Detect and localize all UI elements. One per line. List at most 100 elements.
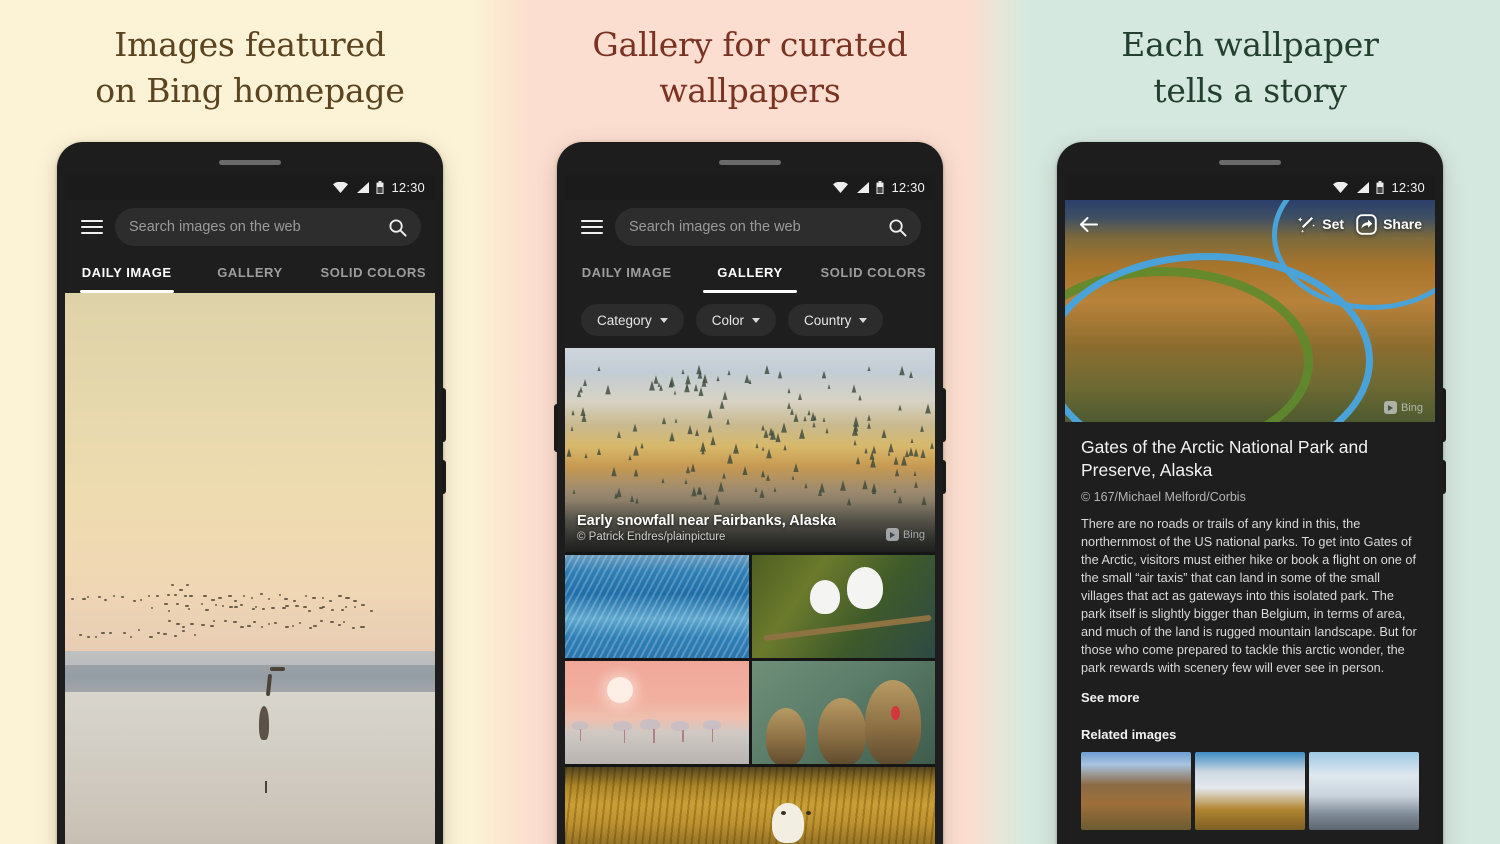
share-icon [1356, 214, 1377, 235]
battery-icon [376, 181, 384, 194]
search-input-2[interactable]: Search images on the web [615, 208, 921, 246]
owl-eye-right [806, 811, 811, 815]
tab-gallery[interactable]: GALLERY [188, 256, 311, 293]
search-icon[interactable] [888, 218, 907, 237]
search-placeholder-1: Search images on the web [129, 219, 388, 235]
featured-title: Early snowfall near Fairbanks, Alaska [577, 513, 923, 529]
tab-daily-image[interactable]: DAILY IMAGE [65, 256, 188, 293]
flamingo-leg-3 [653, 729, 655, 743]
status-bar-2: 12:30 [565, 174, 935, 200]
phone-screen-2: 12:30 Search images on the web DAILY IMA… [565, 174, 935, 844]
back-arrow-icon[interactable] [1078, 214, 1099, 235]
gallery-thumb-white-terns[interactable] [752, 555, 936, 658]
battery-icon [1376, 181, 1384, 194]
bing-watermark: Bing [886, 528, 925, 541]
filter-chip-category-label: Category [597, 313, 652, 328]
daily-image-view[interactable]: A heron perches on a piling at the Salto… [65, 293, 435, 844]
phone-mockup-2: 12:30 Search images on the web DAILY IMA… [557, 142, 943, 844]
daily-image-caption-block: A heron perches on a piling at the Salto… [65, 839, 435, 844]
flamingo-2 [613, 721, 632, 731]
related-images-row [1081, 752, 1419, 830]
bing-watermark-label: Bing [903, 529, 925, 541]
set-wallpaper-button[interactable]: Set [1297, 215, 1344, 234]
bing-logo-icon [1384, 401, 1397, 414]
chevron-down-icon [752, 318, 760, 323]
baboon-middle [818, 698, 866, 764]
wifi-icon [333, 182, 348, 193]
phone-screen-3: 12:30 Set Share Bing Gates of the Arctic… [1065, 174, 1435, 844]
gallery-thumb-flamingos[interactable] [565, 661, 749, 764]
tab-bar-1: DAILY IMAGE GALLERY SOLID COLORS [65, 256, 435, 293]
search-placeholder-2: Search images on the web [629, 219, 888, 235]
flamingo-leg-5 [712, 729, 714, 742]
tab-gallery[interactable]: GALLERY [688, 256, 811, 293]
tab-daily-image[interactable]: DAILY IMAGE [565, 256, 688, 293]
see-more-link[interactable]: See more [1081, 690, 1419, 705]
battery-icon [876, 181, 884, 194]
bing-watermark-label: Bing [1401, 402, 1423, 414]
wifi-icon [1333, 182, 1348, 193]
phone-screen-1: 12:30 Search images on the web DAILY IMA… [65, 174, 435, 844]
hamburger-menu-icon[interactable] [81, 220, 103, 234]
flamingo-3 [640, 719, 660, 730]
flamingo-leg-1 [580, 729, 582, 741]
filter-chip-country-label: Country [804, 313, 851, 328]
phone-mockup-3: 12:30 Set Share Bing Gates of the Arctic… [1057, 142, 1443, 844]
wifi-icon [833, 182, 848, 193]
panel-heading-3: Each wallpaper tells a story [1000, 22, 1500, 114]
gallery-thumb-grid [565, 552, 935, 764]
detail-credit: © 167/Michael Melford/Corbis [1081, 490, 1419, 504]
featured-credit: © Patrick Endres/plainpicture [577, 531, 923, 543]
status-bar-1: 12:30 [65, 174, 435, 200]
status-bar-3: 12:30 [1065, 174, 1435, 200]
flamingo-leg-2 [624, 730, 626, 743]
search-row-2: Search images on the web [565, 200, 935, 256]
baboon-adult [865, 680, 921, 764]
signal-icon [355, 182, 369, 193]
promo-screenshot-stage: Images featured on Bing homepage 12:30 S… [0, 0, 1500, 844]
flamingo-leg-4 [682, 730, 684, 742]
related-thumb-snowy-peaks[interactable] [1309, 752, 1419, 830]
baboon-juvenile [766, 708, 806, 764]
phone-volume-button-2 [942, 460, 946, 494]
panel-heading-2: Gallery for curated wallpapers [500, 22, 1000, 114]
featured-caption-block: Early snowfall near Fairbanks, Alaska © … [565, 501, 935, 552]
chevron-down-icon [660, 318, 668, 323]
heron-body [259, 706, 269, 740]
tab-solid-colors[interactable]: SOLID COLORS [312, 256, 435, 293]
detail-hero-image[interactable]: Set Share Bing [1065, 200, 1435, 422]
owl-body [772, 803, 804, 843]
phone-power-button-2 [942, 388, 946, 442]
related-thumb-tundra-valley[interactable] [1081, 752, 1191, 830]
filter-chip-color[interactable]: Color [696, 304, 776, 336]
heron-head [270, 667, 285, 671]
flamingo-4 [671, 721, 689, 731]
salton-sea-photo [65, 293, 435, 844]
gallery-thumb-snowy-owl[interactable] [565, 767, 935, 844]
photo-sky [65, 293, 435, 665]
hamburger-menu-icon[interactable] [581, 220, 603, 234]
related-thumb-cloudy-mountains[interactable] [1195, 752, 1305, 830]
filter-chip-color-label: Color [712, 313, 744, 328]
gallery-thumb-glacier-ice[interactable] [565, 555, 749, 658]
filter-chip-country[interactable]: Country [788, 304, 883, 336]
photo-water [65, 692, 435, 844]
filter-chip-category[interactable]: Category [581, 304, 684, 336]
phone-volume-button [442, 460, 446, 494]
share-button[interactable]: Share [1356, 214, 1422, 235]
detail-text-panel: Gates of the Arctic National Park and Pr… [1065, 422, 1435, 830]
phone-power-button [442, 388, 446, 442]
tab-solid-colors[interactable]: SOLID COLORS [812, 256, 935, 293]
set-label: Set [1322, 216, 1344, 232]
gallery-featured-card[interactable]: Early snowfall near Fairbanks, Alaska © … [565, 348, 935, 552]
flamingo-sun [607, 677, 633, 703]
gallery-grid: Early snowfall near Fairbanks, Alaska © … [565, 348, 935, 844]
tern-bird-right [847, 567, 883, 609]
search-icon[interactable] [388, 218, 407, 237]
signal-icon [1355, 182, 1369, 193]
gallery-thumb-baboons[interactable] [752, 661, 936, 764]
search-input-1[interactable]: Search images on the web [115, 208, 421, 246]
bing-watermark-hero: Bing [1384, 401, 1423, 414]
status-clock-2: 12:30 [891, 180, 925, 195]
detail-body-text: There are no roads or trails of any kind… [1081, 515, 1419, 677]
